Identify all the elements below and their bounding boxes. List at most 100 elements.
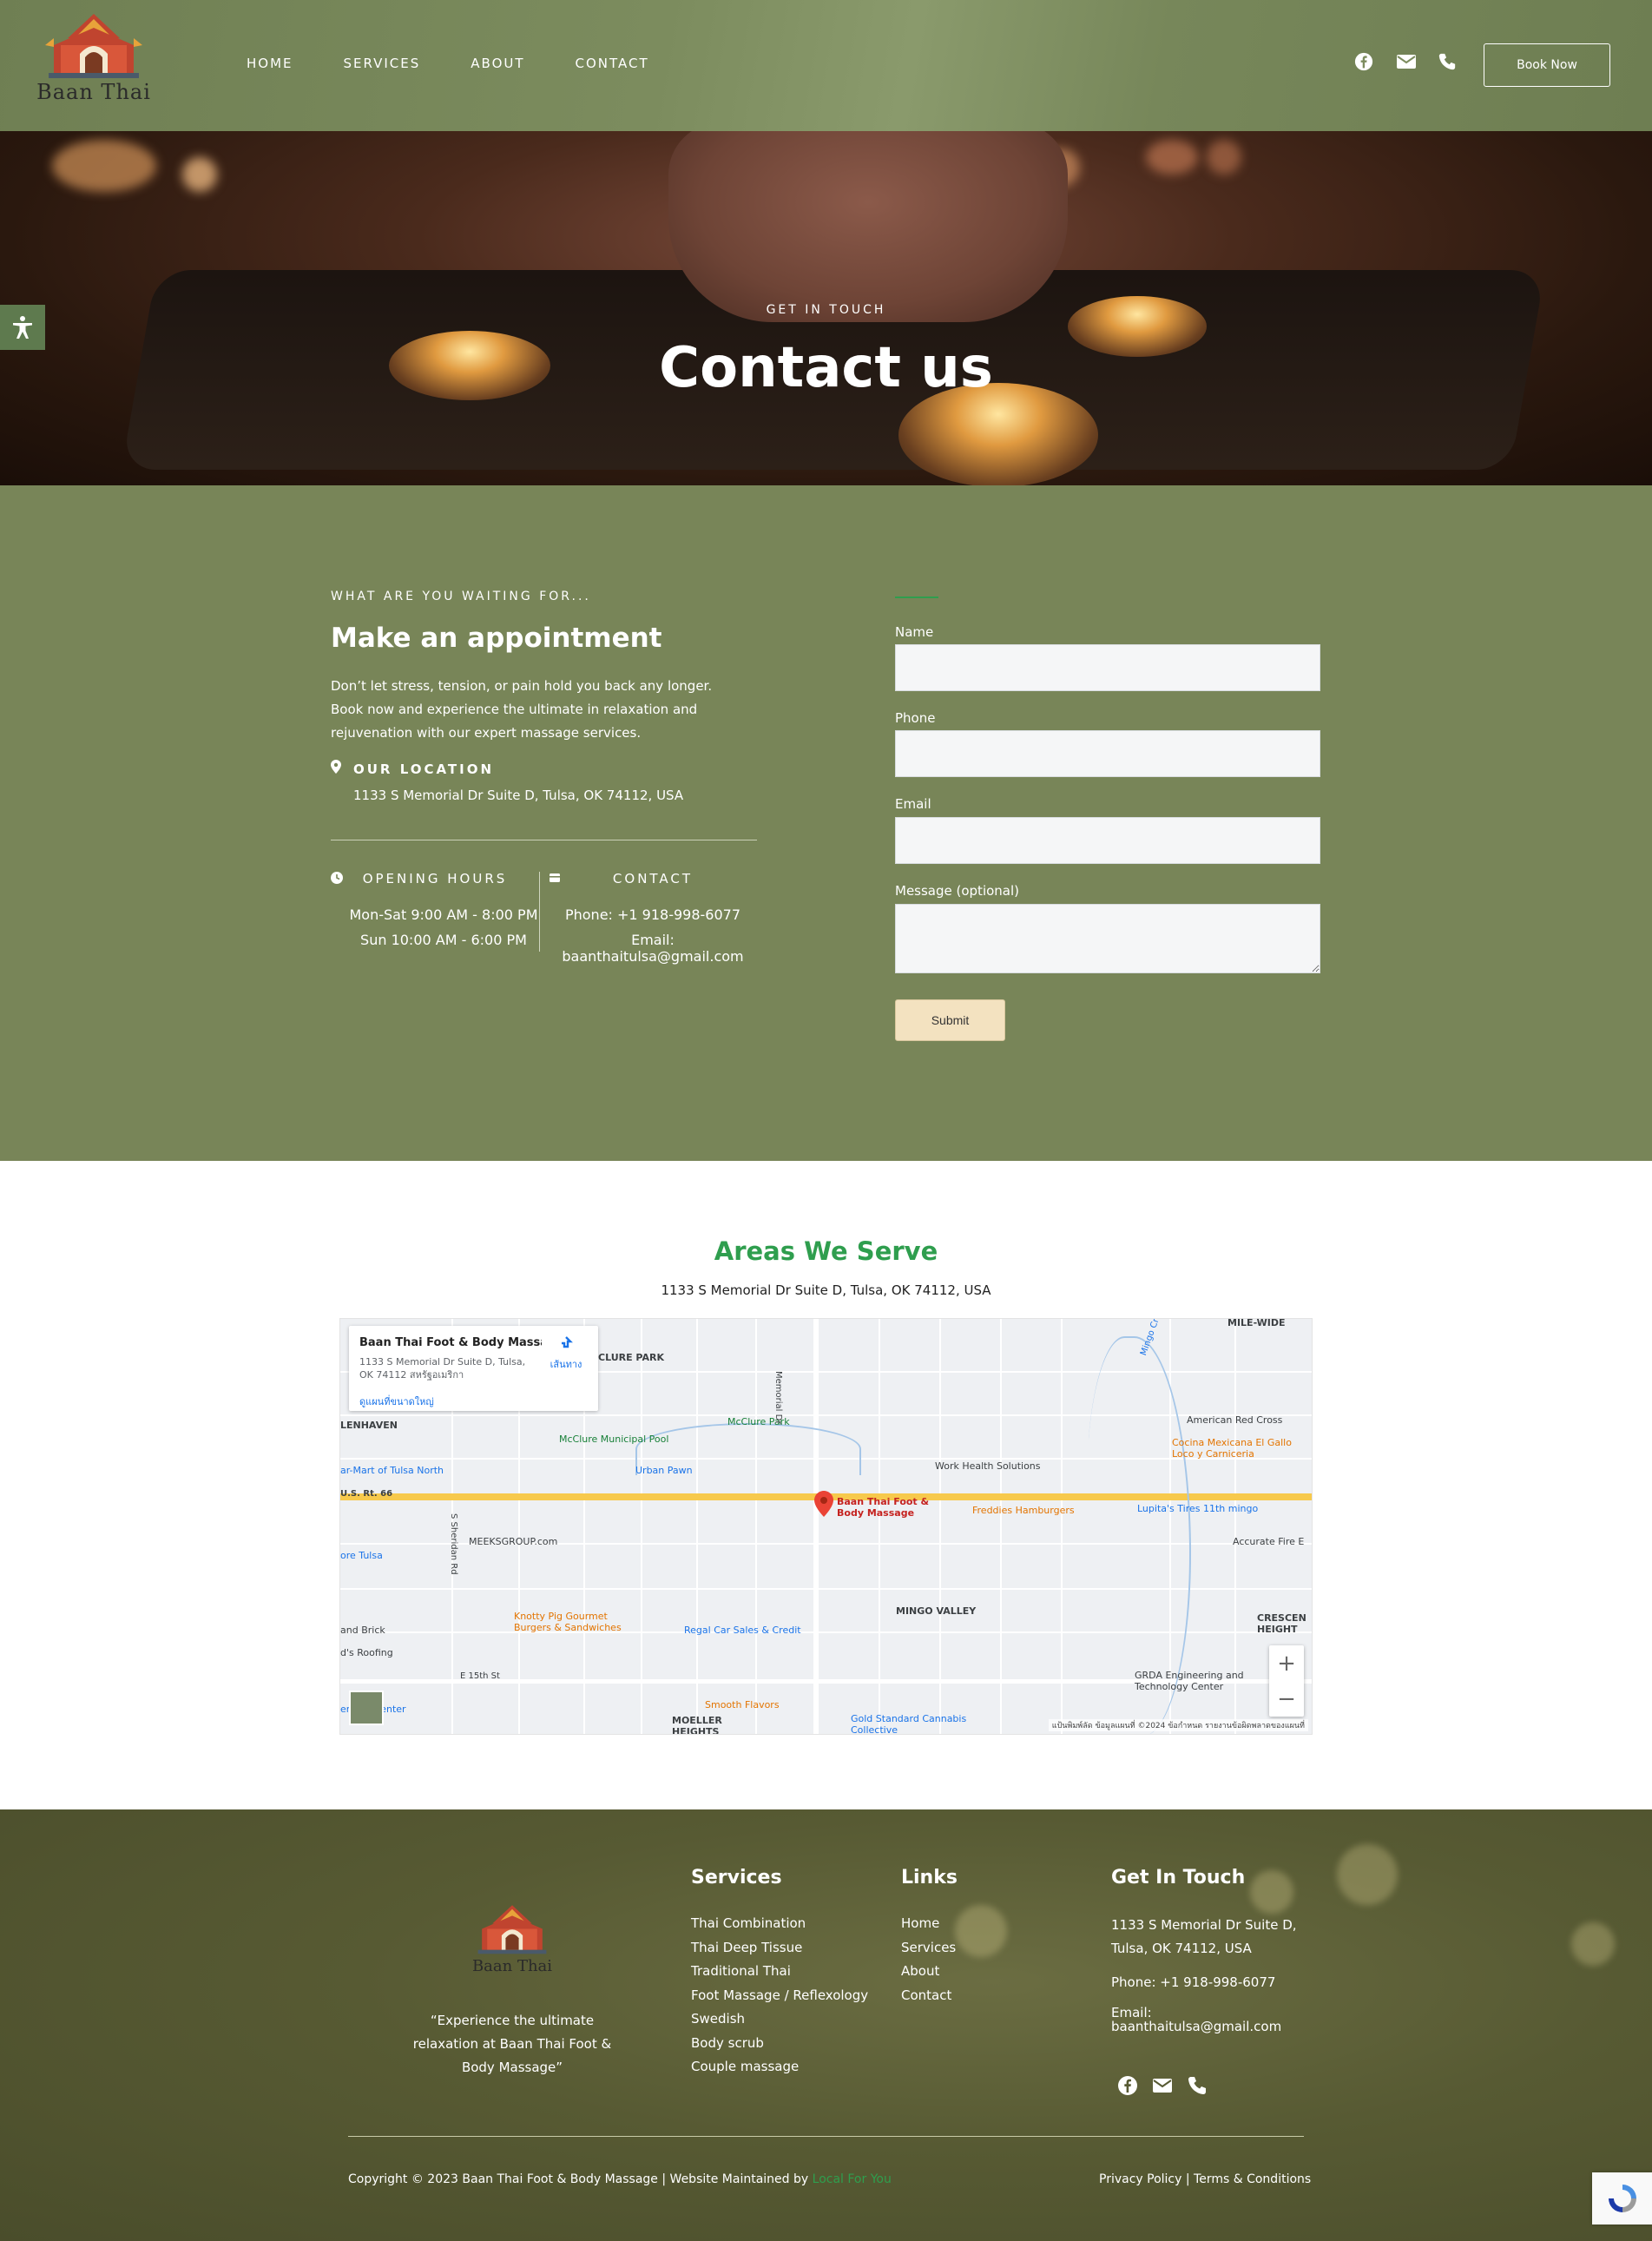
bokeh-light [1571, 1922, 1615, 1966]
bokeh-light [1146, 140, 1198, 175]
terms-link[interactable]: Terms & Conditions [1194, 2172, 1311, 2186]
nav-about[interactable]: ABOUT [471, 56, 524, 71]
pin-label: Baan Thai Foot & Body Massage [837, 1496, 930, 1519]
baan-thai-logo[interactable]: Baan Thai [36, 12, 151, 109]
facebook-icon[interactable] [1117, 2075, 1138, 2096]
site-header: Baan Thai HOME SERVICES ABOUT CONTACT Bo… [0, 0, 1652, 131]
directions-icon [562, 1336, 573, 1348]
envelope-icon[interactable] [1152, 2075, 1173, 2096]
recaptcha-badge[interactable] [1592, 2172, 1652, 2225]
envelope-icon[interactable] [1396, 52, 1417, 73]
map-label: U.S. Rt. 66 [340, 1489, 393, 1499]
map-label: E 15th St [460, 1671, 500, 1681]
temple-logo-icon [45, 14, 142, 78]
footer-email-block: Email: baanthaitulsa@gmail.com [1111, 2006, 1281, 2033]
footer-logo-text: Baan Thai [471, 1957, 553, 1975]
privacy-policy-link[interactable]: Privacy Policy [1099, 2172, 1181, 2186]
map-label: Knotty Pig Gourmet Burgers & Sandwiches [514, 1611, 622, 1633]
map-marker-icon [331, 760, 345, 775]
map-street [939, 1319, 941, 1734]
location-pin-icon[interactable] [814, 1491, 833, 1517]
message-field[interactable] [895, 904, 1320, 973]
zoom-out-button[interactable]: − [1269, 1681, 1304, 1717]
email-label: Email [895, 796, 931, 812]
map-street [696, 1319, 698, 1734]
footer-links-title: Links [901, 1867, 958, 1888]
footer-service-link[interactable]: Couple massage [691, 2055, 868, 2080]
footer-service-link[interactable]: Thai Deep Tissue [691, 1936, 868, 1961]
map-label: Lupita's Tires 11th mingo [1137, 1503, 1259, 1514]
map-street [1061, 1319, 1063, 1734]
footer-service-link[interactable]: Thai Combination [691, 1912, 868, 1936]
footer-link-contact[interactable]: Contact [901, 1984, 956, 2008]
areas-title: Areas We Serve [714, 1236, 938, 1266]
map-label: Accurate Fire E [1233, 1536, 1305, 1547]
google-map[interactable]: MILE-WIDE CLURE PARK LENHAVEN McClure Mu… [339, 1318, 1313, 1735]
map-label: S Sheridan Rd [449, 1513, 458, 1575]
header-social-icons [1354, 52, 1458, 73]
recaptcha-icon [1608, 2185, 1636, 2212]
footer-link-services[interactable]: Services [901, 1936, 956, 1961]
footer-service-link[interactable]: Body scrub [691, 2032, 868, 2056]
accessibility-button[interactable] [0, 305, 45, 350]
footer-service-link[interactable]: Swedish [691, 2007, 868, 2032]
hero-banner: GET IN TOUCH Contact us [0, 131, 1652, 485]
contact-phone: Phone: +1 918-998-6077 [564, 906, 741, 923]
areas-address: 1133 S Memorial Dr Suite D, Tulsa, OK 74… [661, 1282, 991, 1298]
bokeh-light [955, 1905, 1007, 1957]
directions-label: เส้นทาง [550, 1359, 582, 1370]
satellite-toggle[interactable] [349, 1691, 384, 1725]
book-now-button[interactable]: Book Now [1484, 43, 1610, 87]
copyright-text: Copyright © 2023 Baan Thai Foot & Body M… [348, 2172, 809, 2186]
rolled-towel [668, 131, 1068, 322]
footer-logo[interactable]: Baan Thai [469, 1903, 556, 1983]
location-label: OUR LOCATION [353, 761, 495, 777]
footer-link-about[interactable]: About [901, 1960, 956, 1984]
name-label: Name [895, 624, 934, 640]
maintainer-link[interactable]: Local For You [813, 2172, 892, 2186]
map-label: Smooth Flavors [705, 1699, 780, 1710]
map-zoom-control: + − [1269, 1645, 1304, 1717]
footer-links-list: Home Services About Contact [901, 1912, 956, 2007]
directions-button[interactable]: เส้นทาง [547, 1335, 585, 1372]
footer-services-title: Services [691, 1867, 782, 1888]
name-field[interactable] [895, 644, 1320, 691]
opening-hours-label: OPENING HOURS [362, 871, 508, 887]
zoom-in-button[interactable]: + [1269, 1645, 1304, 1681]
temple-logo-icon [477, 1905, 547, 1954]
map-label: Freddies Hamburgers [972, 1505, 1075, 1516]
map-street [641, 1319, 642, 1734]
view-larger-map-link[interactable]: ดูแผนที่ขนาดใหญ่ [359, 1394, 434, 1409]
form-accent-line [895, 597, 938, 598]
footer-email[interactable]: baanthaitulsa@gmail.com [1111, 2020, 1281, 2033]
map-label: MILE-WIDE [1227, 1318, 1286, 1328]
message-label: Message (optional) [895, 883, 1020, 899]
appointment-title: Make an appointment [331, 623, 662, 654]
footer-phone[interactable]: Phone: +1 918-998-6077 [1111, 1973, 1275, 1992]
map-label: MEEKSGROUP.com [469, 1536, 558, 1547]
facebook-icon[interactable] [1354, 52, 1375, 73]
phone-icon[interactable] [1438, 52, 1458, 73]
email-field[interactable] [895, 817, 1320, 864]
nav-home[interactable]: HOME [247, 56, 293, 71]
footer-service-link[interactable]: Foot Massage / Reflexology [691, 1984, 868, 2008]
phone-icon[interactable] [1187, 2075, 1208, 2096]
map-label: Work Health Solutions [935, 1460, 1041, 1472]
bokeh-light [182, 157, 217, 192]
map-attribution[interactable]: แป้นพิมพ์ลัด ข้อมูลแผนที่ ©2024 ข้อกำหนด… [1048, 1719, 1308, 1731]
map-label: and Brick [340, 1625, 385, 1636]
map-label: Urban Pawn [635, 1465, 693, 1476]
appointment-eyebrow: WHAT ARE YOU WAITING FOR... [331, 590, 591, 603]
footer-service-link[interactable]: Traditional Thai [691, 1960, 868, 1984]
submit-button[interactable]: Submit [895, 999, 1005, 1041]
footer-contact-title: Get In Touch [1111, 1867, 1246, 1888]
nav-contact[interactable]: CONTACT [576, 56, 649, 71]
nav-services[interactable]: SERVICES [344, 56, 421, 71]
phone-field[interactable] [895, 730, 1320, 777]
map-card-title: Baan Thai Foot & Body Massa... [359, 1336, 542, 1349]
map-card-address: 1133 S Memorial Dr Suite D, Tulsa, OK 74… [359, 1356, 526, 1381]
map-label: McClure Municipal Pool [559, 1434, 669, 1445]
map-street [755, 1319, 757, 1734]
hours-weekday: Mon-Sat 9:00 AM - 8:00 PM [349, 906, 538, 923]
footer-link-home[interactable]: Home [901, 1912, 956, 1936]
